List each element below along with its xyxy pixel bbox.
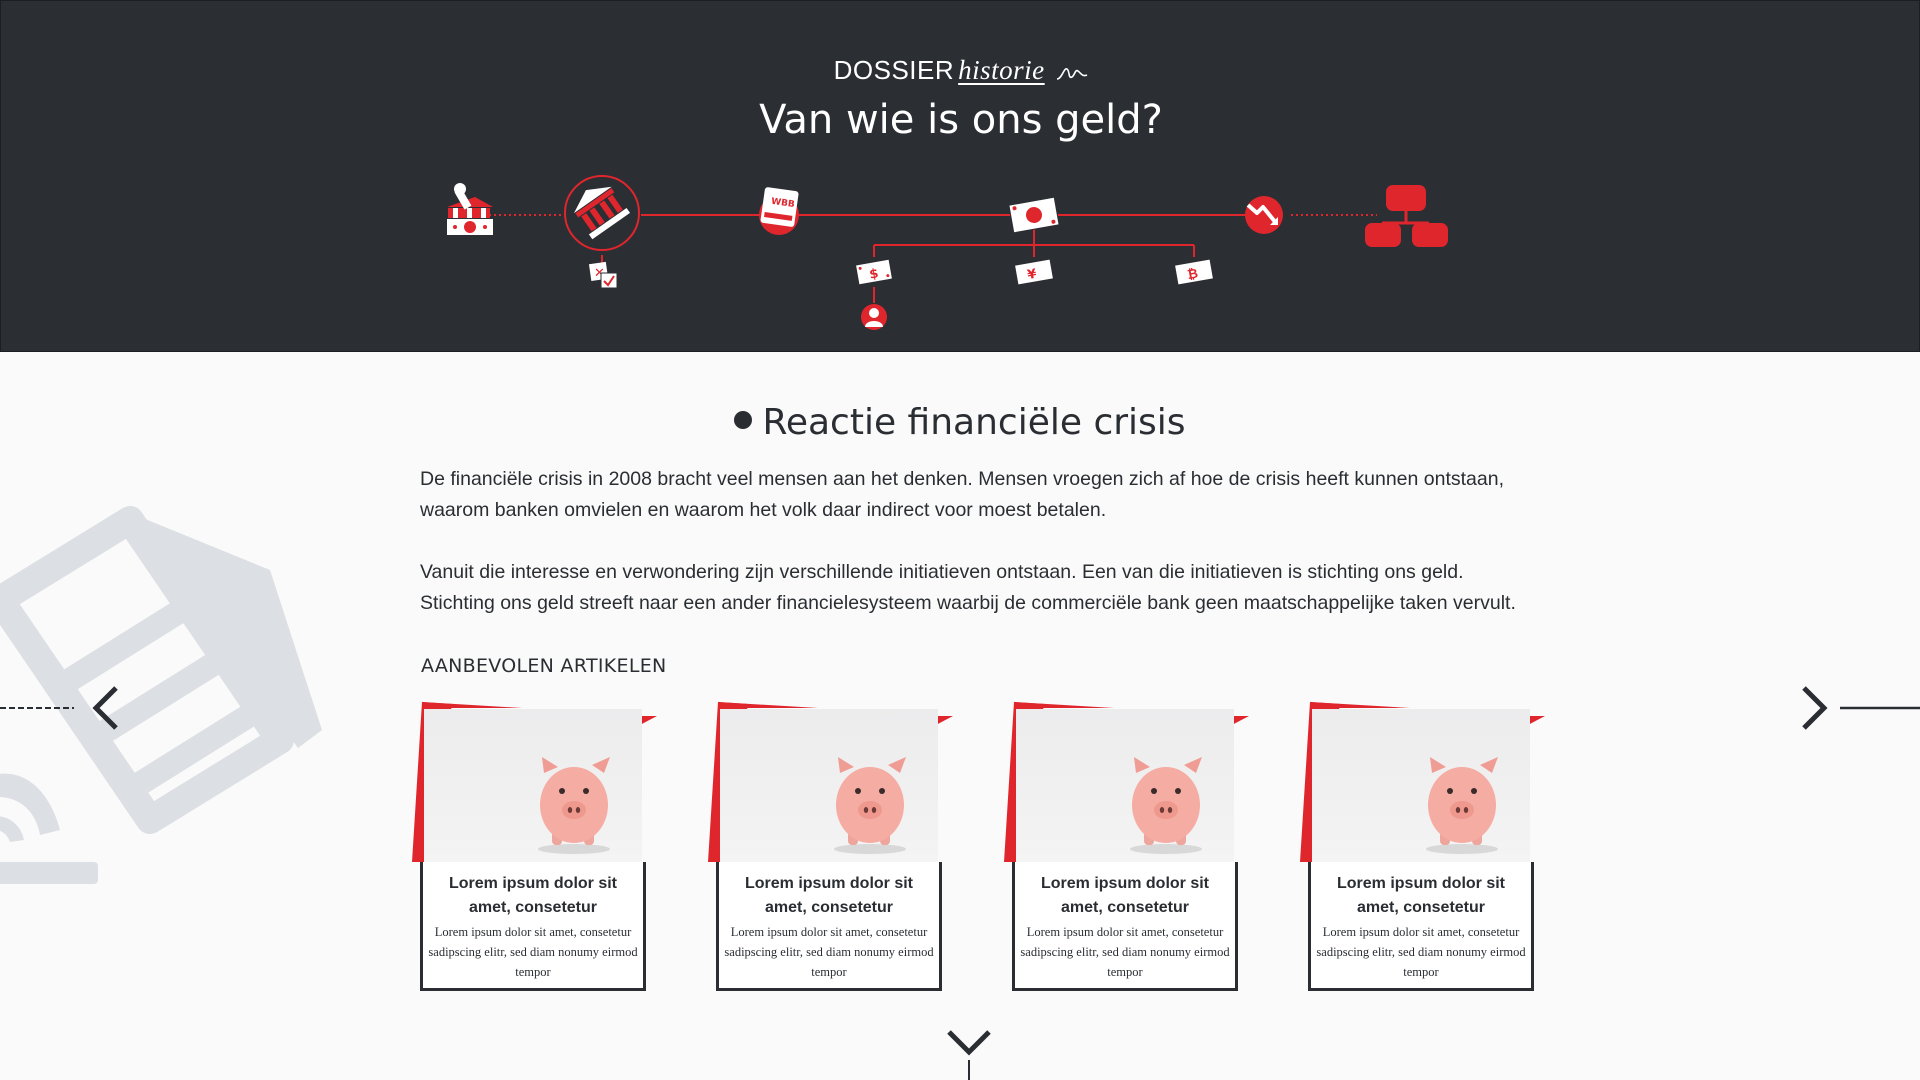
article-card[interactable]: Lorem ipsum dolor sit amet, consetetur L… (412, 702, 657, 992)
downtrend-icon[interactable] (1245, 196, 1283, 234)
piggy-bank-icon (1130, 757, 1202, 854)
article-card[interactable]: Lorem ipsum dolor sit amet, consetetur L… (1004, 702, 1249, 992)
card-text: Lorem ipsum dolor sit amet, consetetur s… (724, 925, 934, 979)
banknote-bitcoin-icon[interactable]: ₿ (1173, 258, 1215, 286)
scroll-down-button[interactable] (944, 1024, 994, 1080)
card-text: Lorem ipsum dolor sit amet, consetetur s… (428, 925, 638, 979)
card-body: Lorem ipsum dolor sit amet, consetetur L… (420, 862, 646, 991)
piggy-bank-icon (1426, 757, 1498, 854)
person-icon[interactable] (861, 304, 887, 330)
header: DOSSIER historie Van wie is ons geld? ✕ … (0, 0, 1920, 352)
recommended-heading: AANBEVOLEN ARTIKELEN (421, 655, 667, 677)
card-text: Lorem ipsum dolor sit amet, consetetur s… (1020, 925, 1230, 979)
intro-paragraph: De financiële crisis in 2008 bracht veel… (420, 468, 1505, 521)
piggy-bank-icon (834, 757, 906, 854)
card-title[interactable]: Lorem ipsum dolor sit amet, consetetur (1018, 872, 1232, 920)
banknote-icon[interactable] (1008, 196, 1060, 234)
card-text: Lorem ipsum dolor sit amet, consetetur s… (1316, 925, 1526, 979)
piggy-bank-icon (538, 757, 610, 854)
carousel-next-button[interactable] (1796, 680, 1920, 736)
card-image (424, 709, 642, 867)
document-icon[interactable]: WBB (759, 187, 799, 235)
bullet-dot-icon (734, 411, 753, 429)
bank-run-icon[interactable] (447, 183, 493, 235)
timeline: ✕ WBB $ ¥ ₿ (447, 175, 1448, 330)
article-card[interactable]: Lorem ipsum dolor sit amet, consetetur L… (708, 702, 953, 992)
checklist-icon[interactable]: ✕ (588, 261, 618, 289)
card-title[interactable]: Lorem ipsum dolor sit amet, consetetur (722, 872, 936, 920)
banknote-small-icon[interactable]: $ (854, 258, 894, 286)
banknote-yen-icon[interactable]: ¥ (1013, 258, 1055, 286)
carousel-prev-button[interactable] (0, 680, 130, 736)
intro-text: De financiële crisis in 2008 bracht veel… (420, 464, 1540, 650)
org-chart-icon[interactable] (1365, 185, 1448, 247)
card-body: Lorem ipsum dolor sit amet, consetetur L… (1012, 862, 1238, 991)
intro-paragraph: Vanuit die interesse en verwondering zij… (420, 561, 1516, 614)
card-body: Lorem ipsum dolor sit amet, consetetur L… (1308, 862, 1534, 991)
card-body: Lorem ipsum dolor sit amet, consetetur L… (716, 862, 942, 991)
card-title[interactable]: Lorem ipsum dolor sit amet, consetetur (426, 872, 640, 920)
card-image (1312, 709, 1530, 867)
section-title: Reactie financiële crisis (0, 402, 1920, 443)
card-image (1016, 709, 1234, 867)
bank-icon[interactable] (564, 175, 640, 251)
card-title[interactable]: Lorem ipsum dolor sit amet, consetetur (1314, 872, 1528, 920)
card-image (720, 709, 938, 867)
section-title-text: Reactie financiële crisis (762, 402, 1186, 443)
article-card[interactable]: Lorem ipsum dolor sit amet, consetetur L… (1300, 702, 1545, 992)
